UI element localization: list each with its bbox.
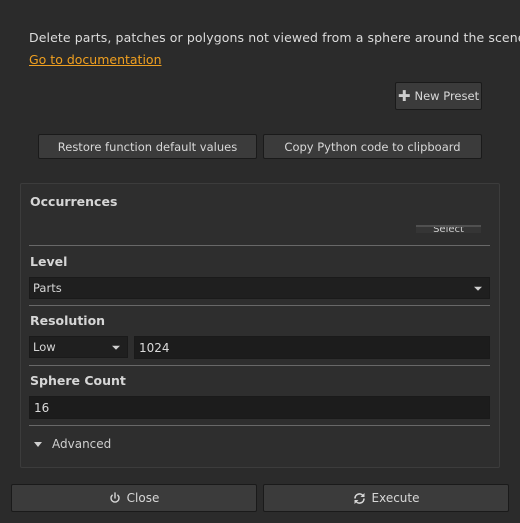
copy-python-button[interactable]: Copy Python code to clipboard: [263, 134, 482, 159]
new-preset-label: New Preset: [414, 89, 480, 103]
separator: [29, 365, 490, 366]
power-icon: [109, 492, 120, 503]
level-dropdown[interactable]: Parts: [29, 277, 490, 299]
separator: [29, 305, 490, 306]
select-button-label: Select: [433, 225, 464, 233]
sphere-count-input[interactable]: 16: [29, 396, 490, 419]
caret-down-icon: [34, 441, 42, 447]
separator: [29, 425, 490, 426]
documentation-link[interactable]: Go to documentation: [29, 52, 162, 67]
resolution-value-input[interactable]: 1024: [134, 336, 490, 359]
execute-button[interactable]: Execute: [263, 484, 509, 512]
level-selected-value: Parts: [33, 281, 62, 295]
resolution-preset-dropdown[interactable]: Low: [29, 336, 128, 358]
advanced-toggle[interactable]: Advanced: [34, 437, 111, 451]
separator: [29, 245, 490, 246]
tool-description: Delete parts, patches or polygons not vi…: [29, 30, 520, 45]
occurrences-title: Occurrences: [30, 194, 118, 209]
occurrences-select-button[interactable]: Select: [416, 225, 481, 233]
execute-label: Execute: [371, 491, 420, 505]
advanced-label: Advanced: [52, 437, 112, 451]
chevron-down-icon: [474, 286, 482, 291]
resolution-title: Resolution: [30, 313, 106, 328]
close-button[interactable]: Close: [11, 484, 257, 512]
restore-defaults-button[interactable]: Restore function default values: [38, 134, 257, 159]
resolution-preset-value: Low: [33, 340, 56, 354]
level-title: Level: [30, 254, 68, 269]
plus-icon: ✚: [397, 87, 411, 105]
new-preset-button[interactable]: ✚ New Preset: [395, 82, 482, 110]
close-label: Close: [126, 491, 160, 505]
chevron-down-icon: [112, 345, 120, 350]
refresh-icon: [353, 492, 365, 504]
sphere-count-title: Sphere Count: [30, 373, 126, 388]
